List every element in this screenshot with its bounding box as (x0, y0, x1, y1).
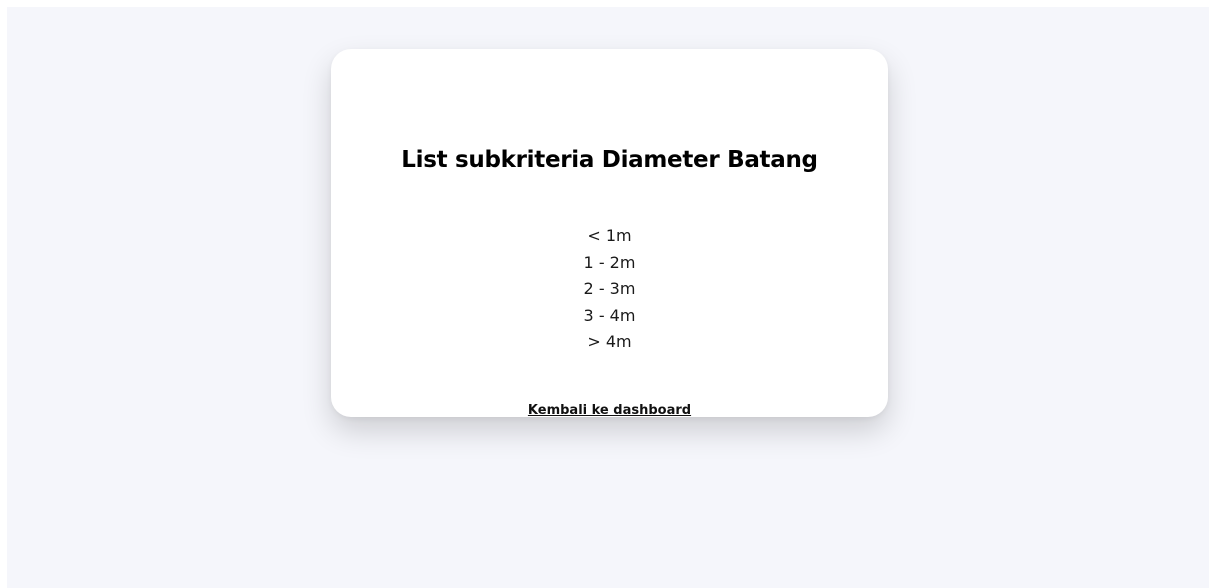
list-item: 1 - 2m (583, 252, 636, 272)
list-item: 3 - 4m (583, 305, 636, 325)
list-item: > 4m (587, 332, 632, 351)
list-item: 2 - 3m (583, 279, 636, 298)
back-to-dashboard-link[interactable]: Kembali ke dashboard (528, 403, 691, 418)
page-title: List subkriteria Diameter Batang (401, 147, 818, 173)
back-to-dashboard-wrapper: Kembali ke dashboard (331, 402, 888, 420)
list-item: < 1m (587, 226, 632, 245)
subcriteria-card: List subkriteria Diameter Batang < 1m 1 … (331, 49, 888, 420)
subcriteria-list: < 1m 1 - 2m 2 - 3m 3 - 4m > 4m (331, 223, 888, 356)
